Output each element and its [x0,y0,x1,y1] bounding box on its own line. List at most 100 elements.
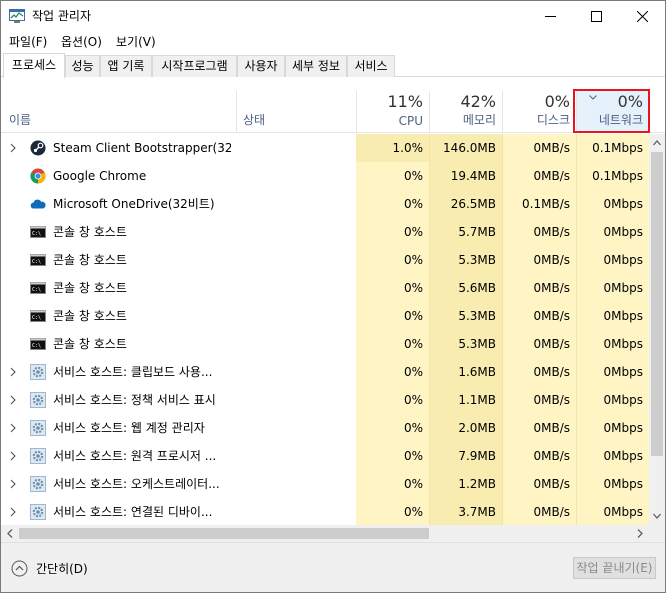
gear-icon [30,364,46,380]
maximize-icon [590,10,602,22]
table-row[interactable]: C:\ 콘솔 창 호스트 0% 5.7MB 0MB/s 0Mbps [1,218,649,246]
header-memory[interactable]: 42% 메모리 [430,91,502,133]
memory-cell: 5.7MB [430,218,502,246]
process-name: 콘솔 창 호스트 [53,225,127,239]
minimize-button[interactable] [527,1,573,31]
cpu-cell: 0% [356,190,429,218]
disk-cell: 0MB/s [503,134,576,162]
memory-cell: 26.5MB [430,190,502,218]
horizontal-scrollbar[interactable] [1,525,649,542]
table-row[interactable]: 서비스 호스트: 오케스트레이터... 0% 1.2MB 0MB/s 0Mbps [1,470,649,498]
header-cpu-label: CPU [398,114,423,128]
tab-bar: 프로세스 성능 앱 기록 시작프로그램 사용자 세부 정보 서비스 [1,53,665,78]
table-row[interactable]: Google Chrome 0% 19.4MB 0MB/s 0.1Mbps [1,162,649,190]
console-icon: C:\ [30,226,46,238]
table-row[interactable]: 서비스 호스트: 클립보드 사용... 0% 1.6MB 0MB/s 0Mbps [1,358,649,386]
cpu-cell: 1.0% [356,134,429,162]
memory-cell: 2.0MB [430,414,502,442]
process-name: 콘솔 창 호스트 [53,253,127,267]
memory-cell: 3.7MB [430,498,502,525]
process-list: Steam Client Bootstrapper(32... 1.0% 146.0… [1,134,649,525]
network-cell: 0Mbps [577,442,649,470]
task-manager-window: 작업 관리자 파일(F) 옵션(O) 보기(V) 프로세스 성능 앱 기록 시작… [0,0,666,593]
scroll-left-icon[interactable] [6,529,14,538]
header-status-label: 상태 [243,113,266,127]
maximize-button[interactable] [573,1,619,31]
gear-icon [30,392,46,408]
table-row[interactable]: C:\ 콘솔 창 호스트 0% 5.6MB 0MB/s 0Mbps [1,274,649,302]
memory-cell: 1.2MB [430,470,502,498]
menu-file[interactable]: 파일(F) [9,34,47,50]
network-cell: 0Mbps [577,218,649,246]
table-row[interactable]: C:\ 콘솔 창 호스트 0% 5.3MB 0MB/s 0Mbps [1,246,649,274]
disk-cell: 0.1MB/s [503,190,576,218]
scroll-up-icon[interactable] [653,139,661,147]
vertical-scrollbar[interactable] [649,134,665,525]
minimize-icon [544,15,556,17]
cpu-cell: 0% [356,246,429,274]
memory-cell: 5.6MB [430,274,502,302]
table-row[interactable]: C:\ 콘솔 창 호스트 0% 5.3MB 0MB/s 0Mbps [1,330,649,358]
memory-cell: 5.3MB [430,246,502,274]
table-row[interactable]: 서비스 호스트: 정책 서비스 표시 0% 1.1MB 0MB/s 0Mbps [1,386,649,414]
header-cpu[interactable]: 11% CPU [357,91,429,133]
process-name: 콘솔 창 호스트 [53,337,127,351]
console-icon: C:\ [30,310,46,322]
expand-chevron-icon[interactable] [10,395,16,405]
memory-cell: 146.0MB [430,134,502,162]
close-button[interactable] [619,1,665,31]
table-row[interactable]: 서비스 호스트: 연결된 디바이... 0% 3.7MB 0MB/s 0Mbps [1,498,649,525]
tab-startup[interactable]: 시작프로그램 [152,55,237,77]
process-name: 서비스 호스트: 정책 서비스 표시 [53,393,216,407]
menu-bar: 파일(F) 옵션(O) 보기(V) [1,31,665,53]
header-name[interactable]: 이름 [1,91,236,133]
tab-details[interactable]: 세부 정보 [285,55,347,77]
tab-performance[interactable]: 성능 [65,55,100,77]
menu-options[interactable]: 옵션(O) [61,34,102,50]
network-column-highlight [573,89,650,133]
header-disk-pct: 0% [544,92,570,111]
close-icon [636,10,648,22]
table-row[interactable]: 서비스 호스트: 원격 프로시저 ... 0% 7.9MB 0MB/s 0Mbps [1,442,649,470]
memory-cell: 19.4MB [430,162,502,190]
scroll-down-icon[interactable] [653,512,661,520]
tab-users[interactable]: 사용자 [237,55,285,77]
header-disk[interactable]: 0% 디스크 [503,91,576,133]
cpu-cell: 0% [356,218,429,246]
tab-services[interactable]: 서비스 [347,55,395,77]
end-task-button[interactable]: 작업 끝내기(E) [573,557,656,579]
tab-app-history[interactable]: 앱 기록 [100,55,152,77]
memory-cell: 1.1MB [430,386,502,414]
scroll-right-icon[interactable] [636,529,644,538]
process-name: 서비스 호스트: 클립보드 사용... [53,365,213,379]
network-cell: 0Mbps [577,470,649,498]
memory-cell: 1.6MB [430,358,502,386]
collapse-circle-icon[interactable] [11,560,28,577]
expand-chevron-icon[interactable] [10,507,16,517]
table-row[interactable]: 서비스 호스트: 웹 계정 관리자 0% 2.0MB 0MB/s 0Mbps [1,414,649,442]
expand-chevron-icon[interactable] [10,479,16,489]
table-row[interactable]: C:\ 콘솔 창 호스트 0% 5.3MB 0MB/s 0Mbps [1,302,649,330]
table-row[interactable]: Microsoft OneDrive(32비트) 0% 26.5MB 0.1MB/s 0… [1,190,649,218]
window-title: 작업 관리자 [32,9,92,23]
menu-view[interactable]: 보기(V) [116,34,156,50]
disk-cell: 0MB/s [503,414,576,442]
column-divider [576,134,577,525]
vertical-scroll-thumb[interactable] [651,152,663,456]
fewer-details-link[interactable]: 간단히(D) [36,561,88,577]
expand-chevron-icon[interactable] [10,423,16,433]
header-status[interactable]: 상태 [237,91,356,133]
expand-chevron-icon[interactable] [10,367,16,377]
expand-chevron-icon[interactable] [10,451,16,461]
svg-text:C:\: C:\ [32,343,41,349]
memory-cell: 5.3MB [430,302,502,330]
cpu-cell: 0% [356,470,429,498]
tab-processes[interactable]: 프로세스 [3,53,65,78]
horizontal-scroll-thumb[interactable] [19,528,429,539]
disk-cell: 0MB/s [503,358,576,386]
network-cell: 0Mbps [577,498,649,525]
disk-cell: 0MB/s [503,302,576,330]
expand-chevron-icon[interactable] [10,143,16,153]
table-row[interactable]: Steam Client Bootstrapper(32... 1.0% 146.0… [1,134,649,162]
title-bar[interactable]: 작업 관리자 [1,1,665,31]
